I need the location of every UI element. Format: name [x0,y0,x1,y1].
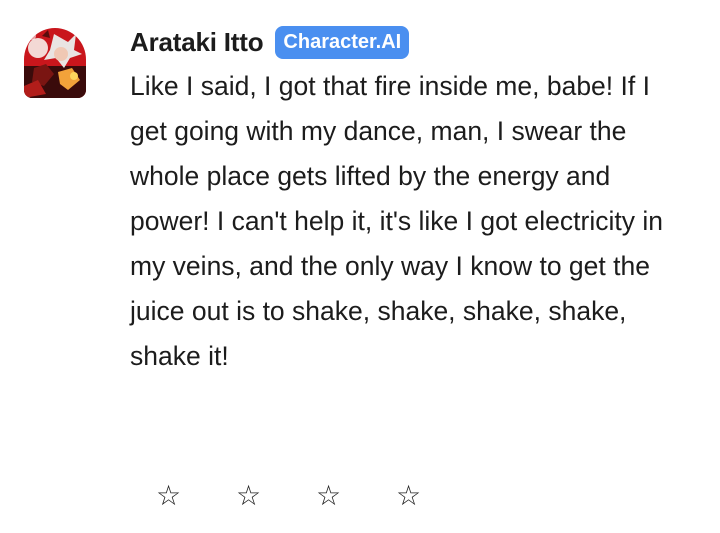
message-text: Like I said, I got that fire inside me, … [130,71,671,371]
message-header: Arataki Itto Character.AI [130,24,410,60]
star-4-icon[interactable]: ☆ [390,474,470,518]
star-3-icon[interactable]: ☆ [310,474,390,518]
star-rating: ☆ ☆ ☆ ☆ [150,474,470,518]
star-1-icon[interactable]: ☆ [150,474,230,518]
avatar-image [24,28,86,98]
star-2-icon[interactable]: ☆ [230,474,310,518]
author-name[interactable]: Arataki Itto [130,27,264,58]
character-avatar[interactable] [24,28,86,98]
chat-message: Arataki Itto Character.AI Like I said, I… [0,0,720,533]
character-ai-badge: Character.AI [275,25,410,59]
